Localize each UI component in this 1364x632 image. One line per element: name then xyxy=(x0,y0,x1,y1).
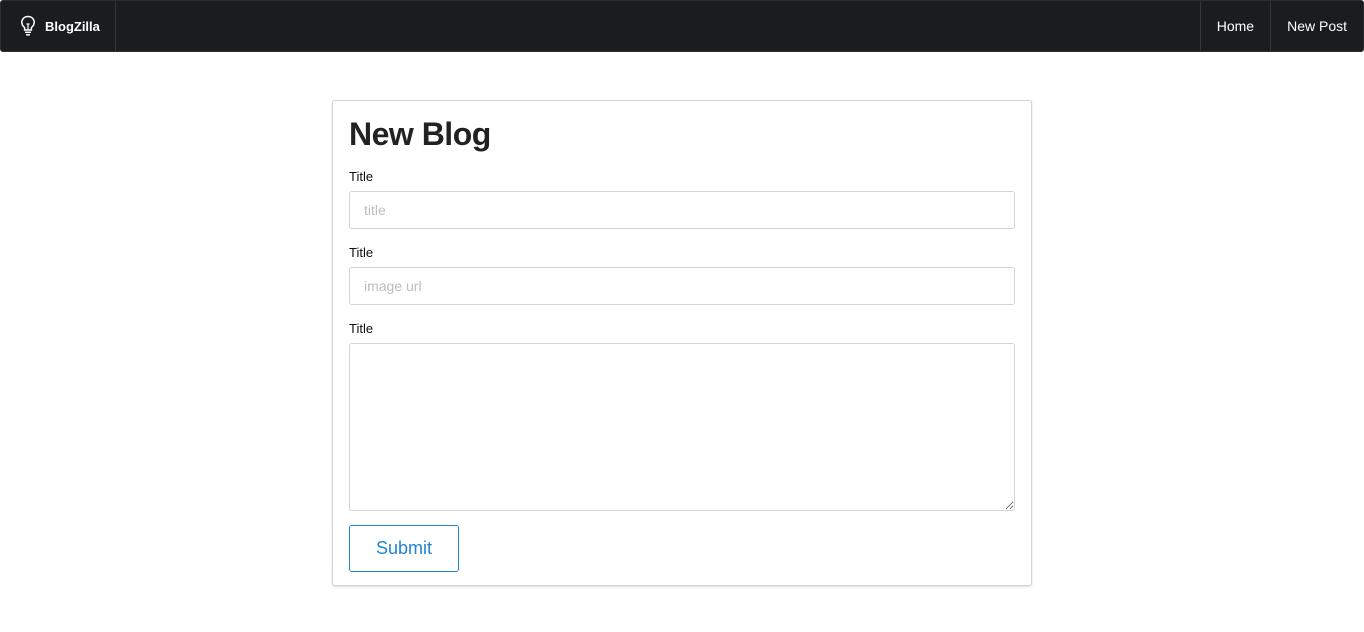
submit-button[interactable]: Submit xyxy=(349,525,459,572)
nav-item-new-post[interactable]: New Post xyxy=(1270,1,1363,51)
brand-link[interactable]: BlogZilla xyxy=(1,1,116,51)
image-url-input[interactable] xyxy=(349,267,1015,305)
title-field-label: Title xyxy=(349,169,374,184)
brand-label: BlogZilla xyxy=(45,18,100,34)
lightbulb-icon xyxy=(19,14,37,38)
form-heading: New Blog xyxy=(349,116,491,152)
body-field-label: Title xyxy=(349,321,374,336)
navbar-spacer xyxy=(116,1,1200,51)
nav-item-home[interactable]: Home xyxy=(1199,1,1270,51)
new-blog-form-card: New Blog Title Title Title Submit xyxy=(332,100,1032,586)
image-url-field-label: Title xyxy=(349,245,374,260)
body-textarea[interactable] xyxy=(349,343,1015,511)
top-navbar: BlogZilla Home New Post xyxy=(0,0,1364,52)
title-input[interactable] xyxy=(349,191,1015,229)
